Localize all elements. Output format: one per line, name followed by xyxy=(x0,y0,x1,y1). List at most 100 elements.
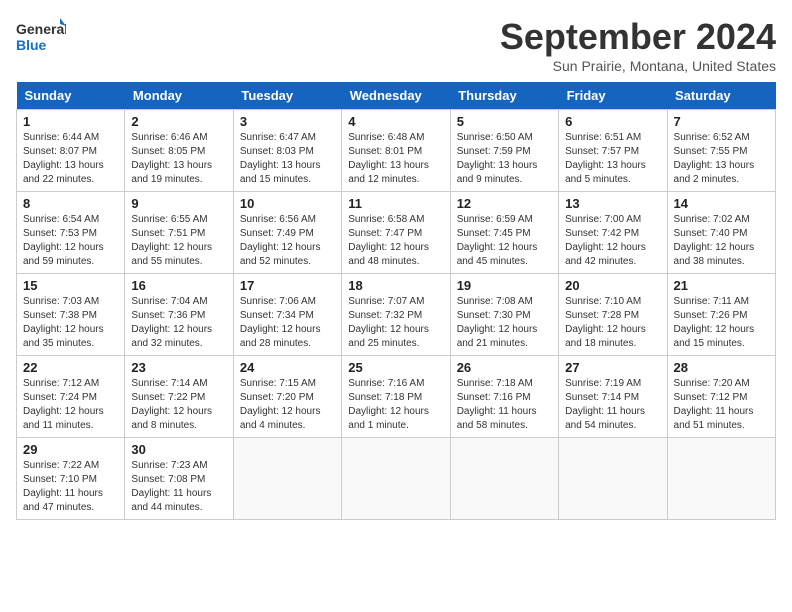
day-number: 22 xyxy=(23,360,118,375)
calendar-cell xyxy=(233,438,341,520)
weekday-tuesday: Tuesday xyxy=(233,82,341,110)
calendar-cell: 19Sunrise: 7:08 AM Sunset: 7:30 PM Dayli… xyxy=(450,274,558,356)
day-number: 7 xyxy=(674,114,769,129)
day-number: 29 xyxy=(23,442,118,457)
weekday-saturday: Saturday xyxy=(667,82,775,110)
day-info: Sunrise: 7:03 AM Sunset: 7:38 PM Dayligh… xyxy=(23,295,118,351)
day-info: Sunrise: 6:52 AM Sunset: 7:55 PM Dayligh… xyxy=(674,131,769,187)
week-row-5: 29 Sunrise: 7:22 AM Sunset: 7:10 PM Dayli… xyxy=(17,438,776,520)
calendar-cell: 23 Sunrise: 7:14 AM Sunset: 7:22 PM Dayli… xyxy=(125,356,233,438)
calendar-cell: 14 Sunrise: 7:02 AM Sunset: 7:40 PM Dayli… xyxy=(667,192,775,274)
weekday-thursday: Thursday xyxy=(450,82,558,110)
weekday-sunday: Sunday xyxy=(17,82,125,110)
day-info: Sunrise: 6:44 AM Sunset: 8:07 PM Dayligh… xyxy=(23,131,118,187)
svg-text:Blue: Blue xyxy=(16,37,47,53)
calendar-cell: 13 Sunrise: 7:00 AM Sunset: 7:42 PM Dayli… xyxy=(559,192,667,274)
day-info: Sunrise: 6:56 AM Sunset: 7:49 PM Dayligh… xyxy=(240,213,335,269)
day-info: Sunrise: 6:48 AM Sunset: 8:01 PM Dayligh… xyxy=(348,131,443,187)
calendar-cell: 6 Sunrise: 6:51 AM Sunset: 7:57 PM Daylig… xyxy=(559,110,667,192)
calendar-cell: 21 Sunrise: 7:11 AM Sunset: 7:26 PM Dayli… xyxy=(667,274,775,356)
day-number: 24 xyxy=(240,360,335,375)
weekday-wednesday: Wednesday xyxy=(342,82,450,110)
calendar-table: SundayMondayTuesdayWednesdayThursdayFrid… xyxy=(16,82,776,520)
calendar-cell: 29 Sunrise: 7:22 AM Sunset: 7:10 PM Dayli… xyxy=(17,438,125,520)
day-info: Sunrise: 6:54 AM Sunset: 7:53 PM Dayligh… xyxy=(23,213,118,269)
day-number: 14 xyxy=(674,196,769,211)
logo: General Blue xyxy=(16,16,66,60)
calendar-cell: 3 Sunrise: 6:47 AM Sunset: 8:03 PM Daylig… xyxy=(233,110,341,192)
day-number: 28 xyxy=(674,360,769,375)
day-number: 5 xyxy=(457,114,552,129)
day-info: Sunrise: 7:11 AM Sunset: 7:26 PM Dayligh… xyxy=(674,295,769,351)
calendar-cell: 7 Sunrise: 6:52 AM Sunset: 7:55 PM Daylig… xyxy=(667,110,775,192)
day-info: Sunrise: 7:02 AM Sunset: 7:40 PM Dayligh… xyxy=(674,213,769,269)
calendar-cell: 17 Sunrise: 7:06 AM Sunset: 7:34 PM Dayli… xyxy=(233,274,341,356)
day-info: Sunrise: 7:12 AM Sunset: 7:24 PM Dayligh… xyxy=(23,377,118,433)
day-info: Sunrise: 7:14 AM Sunset: 7:22 PM Dayligh… xyxy=(131,377,226,433)
day-info: Sunrise: 7:07 AM Sunset: 7:32 PM Dayligh… xyxy=(348,295,443,351)
calendar-cell: 26 Sunrise: 7:18 AM Sunset: 7:16 PM Dayli… xyxy=(450,356,558,438)
day-info: Sunrise: 7:06 AM Sunset: 7:34 PM Dayligh… xyxy=(240,295,335,351)
day-info: Sunrise: 7:22 AM Sunset: 7:10 PM Dayligh… xyxy=(23,459,118,515)
weekday-monday: Monday xyxy=(125,82,233,110)
day-info: Sunrise: 7:00 AM Sunset: 7:42 PM Dayligh… xyxy=(565,213,660,269)
day-number: 26 xyxy=(457,360,552,375)
page-header: General Blue September 2024 Sun Prairie,… xyxy=(16,16,776,74)
day-info: Sunrise: 6:51 AM Sunset: 7:57 PM Dayligh… xyxy=(565,131,660,187)
calendar-cell: 5Sunrise: 6:50 AM Sunset: 7:59 PM Daylig… xyxy=(450,110,558,192)
day-info: Sunrise: 6:47 AM Sunset: 8:03 PM Dayligh… xyxy=(240,131,335,187)
day-number: 6 xyxy=(565,114,660,129)
calendar-cell: 18Sunrise: 7:07 AM Sunset: 7:32 PM Dayli… xyxy=(342,274,450,356)
calendar-cell: 16Sunrise: 7:04 AM Sunset: 7:36 PM Dayli… xyxy=(125,274,233,356)
day-info: Sunrise: 7:18 AM Sunset: 7:16 PM Dayligh… xyxy=(457,377,552,433)
day-number: 11 xyxy=(348,196,443,211)
day-number: 21 xyxy=(674,278,769,293)
calendar-cell: 27Sunrise: 7:19 AM Sunset: 7:14 PM Dayli… xyxy=(559,356,667,438)
calendar-cell: 22 Sunrise: 7:12 AM Sunset: 7:24 PM Dayli… xyxy=(17,356,125,438)
calendar-cell: 15 Sunrise: 7:03 AM Sunset: 7:38 PM Dayli… xyxy=(17,274,125,356)
day-info: Sunrise: 7:04 AM Sunset: 7:36 PM Dayligh… xyxy=(131,295,226,351)
day-number: 12 xyxy=(457,196,552,211)
day-number: 20 xyxy=(565,278,660,293)
week-row-2: 8 Sunrise: 6:54 AM Sunset: 7:53 PM Daylig… xyxy=(17,192,776,274)
day-number: 2 xyxy=(131,114,226,129)
day-number: 3 xyxy=(240,114,335,129)
day-number: 25 xyxy=(348,360,443,375)
day-number: 17 xyxy=(240,278,335,293)
calendar-cell: 12 Sunrise: 6:59 AM Sunset: 7:45 PM Dayli… xyxy=(450,192,558,274)
day-info: Sunrise: 6:59 AM Sunset: 7:45 PM Dayligh… xyxy=(457,213,552,269)
day-number: 4 xyxy=(348,114,443,129)
day-info: Sunrise: 7:20 AM Sunset: 7:12 PM Dayligh… xyxy=(674,377,769,433)
day-number: 9 xyxy=(131,196,226,211)
day-number: 15 xyxy=(23,278,118,293)
day-info: Sunrise: 7:10 AM Sunset: 7:28 PM Dayligh… xyxy=(565,295,660,351)
day-info: Sunrise: 7:08 AM Sunset: 7:30 PM Dayligh… xyxy=(457,295,552,351)
day-number: 10 xyxy=(240,196,335,211)
day-info: Sunrise: 7:23 AM Sunset: 7:08 PM Dayligh… xyxy=(131,459,226,515)
title-block: September 2024 Sun Prairie, Montana, Uni… xyxy=(500,16,776,74)
month-title: September 2024 xyxy=(500,16,776,58)
week-row-1: 1 Sunrise: 6:44 AM Sunset: 8:07 PM Daylig… xyxy=(17,110,776,192)
calendar-cell: 2Sunrise: 6:46 AM Sunset: 8:05 PM Daylig… xyxy=(125,110,233,192)
calendar-cell xyxy=(559,438,667,520)
day-info: Sunrise: 6:58 AM Sunset: 7:47 PM Dayligh… xyxy=(348,213,443,269)
weekday-friday: Friday xyxy=(559,82,667,110)
week-row-4: 22 Sunrise: 7:12 AM Sunset: 7:24 PM Dayli… xyxy=(17,356,776,438)
calendar-cell xyxy=(450,438,558,520)
logo-svg: General Blue xyxy=(16,16,66,60)
calendar-cell: 11 Sunrise: 6:58 AM Sunset: 7:47 PM Dayli… xyxy=(342,192,450,274)
day-number: 1 xyxy=(23,114,118,129)
day-number: 30 xyxy=(131,442,226,457)
day-number: 8 xyxy=(23,196,118,211)
calendar-cell: 8 Sunrise: 6:54 AM Sunset: 7:53 PM Daylig… xyxy=(17,192,125,274)
calendar-cell: 30 Sunrise: 7:23 AM Sunset: 7:08 PM Dayli… xyxy=(125,438,233,520)
day-number: 13 xyxy=(565,196,660,211)
calendar-cell: 10 Sunrise: 6:56 AM Sunset: 7:49 PM Dayli… xyxy=(233,192,341,274)
calendar-cell: 24Sunrise: 7:15 AM Sunset: 7:20 PM Dayli… xyxy=(233,356,341,438)
day-number: 23 xyxy=(131,360,226,375)
week-row-3: 15 Sunrise: 7:03 AM Sunset: 7:38 PM Dayli… xyxy=(17,274,776,356)
calendar-cell: 25Sunrise: 7:16 AM Sunset: 7:18 PM Dayli… xyxy=(342,356,450,438)
weekday-header-row: SundayMondayTuesdayWednesdayThursdayFrid… xyxy=(17,82,776,110)
calendar-cell xyxy=(667,438,775,520)
calendar-cell xyxy=(342,438,450,520)
